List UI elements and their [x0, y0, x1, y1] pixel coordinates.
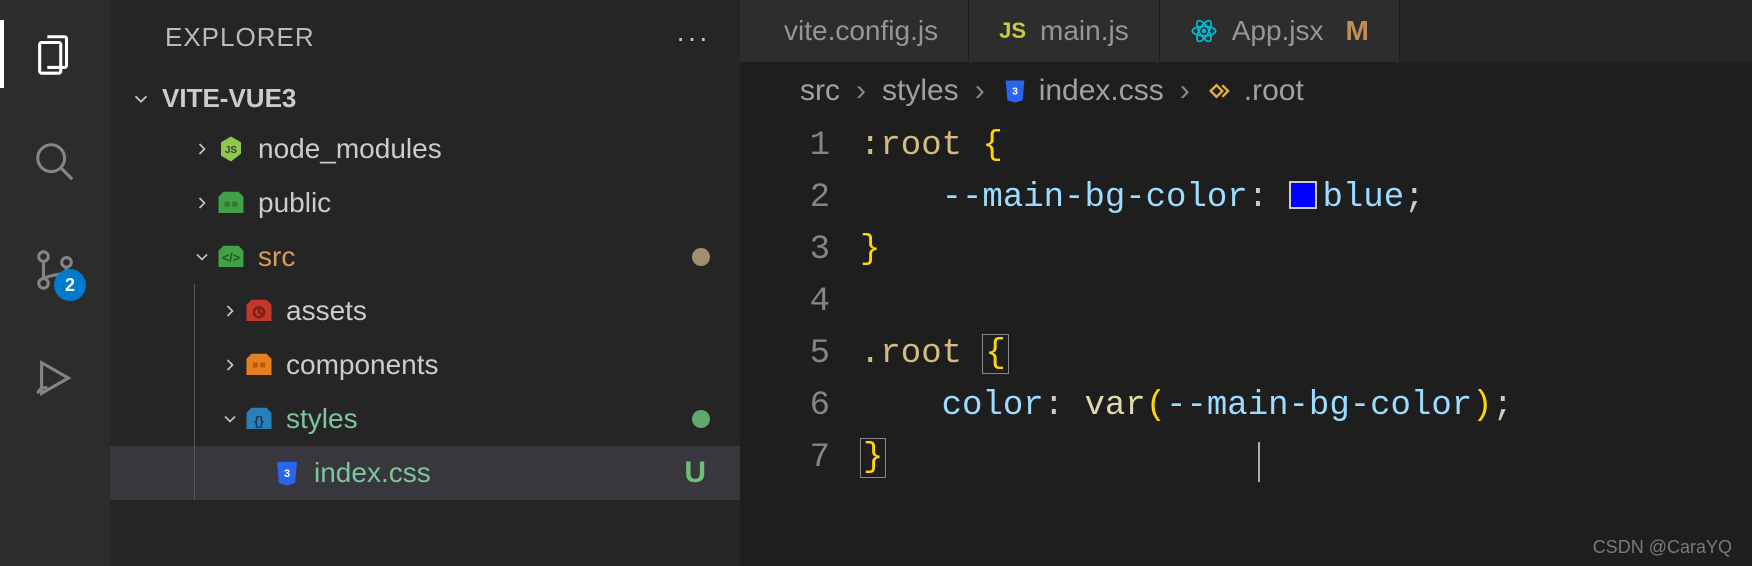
source-control-badge: 2: [54, 269, 86, 301]
chevron-right-icon: [190, 193, 214, 213]
tree-item-label: assets: [286, 295, 367, 327]
rule-icon: [1206, 77, 1234, 105]
chevron-right-icon: [218, 355, 242, 375]
breadcrumb-segment[interactable]: 3index.css: [1001, 74, 1164, 108]
code-line[interactable]: color: var(--main-bg-color);: [860, 380, 1752, 432]
tab-main-js[interactable]: JS main.js: [969, 0, 1160, 62]
line-number-gutter: 1234567: [740, 120, 860, 566]
code-line[interactable]: }: [860, 432, 1752, 484]
project-root-row[interactable]: VITE-VUE3: [110, 75, 740, 122]
nodejs-icon: JS: [214, 132, 248, 166]
text-caret: [1258, 442, 1260, 482]
folder-assets[interactable]: assets: [110, 284, 740, 338]
breadcrumb-segment[interactable]: src: [800, 74, 840, 108]
project-name: VITE-VUE3: [162, 83, 296, 114]
rule-icon: [1206, 77, 1234, 105]
explorer-more-icon[interactable]: ···: [676, 22, 710, 54]
tab-label: vite.config.js: [784, 15, 938, 47]
line-number: 5: [740, 328, 830, 380]
tab-label: App.jsx: [1232, 15, 1324, 47]
tree-item-label: components: [286, 349, 439, 381]
tree-item-label: index.css: [314, 457, 431, 489]
tab-App-jsx[interactable]: App.jsx M: [1160, 0, 1400, 62]
explorer-sidebar: EXPLORER ··· VITE-VUE3 JS node_modulespub…: [110, 0, 740, 566]
chevron-right-icon: ›: [1180, 74, 1190, 108]
line-number: 1: [740, 120, 830, 172]
chevron-right-icon: [190, 139, 214, 159]
folder-styles[interactable]: {} styles: [110, 392, 740, 446]
code-content[interactable]: :root { --main-bg-color: blue;} .root { c…: [860, 120, 1752, 566]
modified-dot-icon: [692, 410, 710, 428]
file-index-css[interactable]: 3 index.css U: [110, 446, 740, 500]
tree-item-label: src: [258, 241, 295, 273]
code-area[interactable]: 1234567 :root { --main-bg-color: blue;}.…: [740, 120, 1752, 566]
activity-source-control-icon[interactable]: 2: [26, 241, 84, 299]
assets-icon: [242, 294, 276, 328]
activity-run-debug-icon[interactable]: [26, 349, 84, 407]
tab-label: main.js: [1040, 15, 1129, 47]
explorer-title: EXPLORER: [165, 22, 315, 53]
folder-src[interactable]: </> src: [110, 230, 740, 284]
breadcrumb-segment[interactable]: styles: [882, 74, 959, 108]
tab-vite-config-js[interactable]: vite.config.js: [740, 0, 969, 62]
code-line[interactable]: --main-bg-color: blue;: [860, 172, 1752, 224]
svg-text:{}: {}: [254, 414, 264, 428]
src-icon: </>: [214, 240, 248, 274]
react-icon: [1190, 17, 1218, 45]
svg-text:</>: </>: [222, 251, 240, 265]
public-icon: [214, 186, 248, 220]
tree-item-label: public: [258, 187, 331, 219]
svg-text:JS: JS: [225, 145, 238, 156]
folder-components[interactable]: components: [110, 338, 740, 392]
code-line[interactable]: [860, 276, 1752, 328]
css-icon: 3: [270, 456, 304, 490]
watermark-text: CSDN @CaraYQ: [1593, 537, 1732, 558]
chevron-down-icon: [218, 409, 242, 429]
chevron-down-icon: [190, 247, 214, 267]
chevron-down-icon: [130, 88, 152, 110]
code-line[interactable]: .root {: [860, 328, 1752, 380]
activity-explorer-icon[interactable]: [26, 25, 84, 83]
line-number: 3: [740, 224, 830, 276]
breadcrumb-segment[interactable]: .root: [1206, 74, 1304, 108]
color-swatch-icon: [1289, 181, 1317, 209]
file-tree: JS node_modulespublic </> src assets componen…: [110, 122, 740, 500]
activity-search-icon[interactable]: [26, 133, 84, 191]
styles-icon: {}: [242, 402, 276, 436]
components-icon: [242, 348, 276, 382]
code-line[interactable]: }: [860, 224, 1752, 276]
modified-dot-icon: [692, 248, 710, 266]
line-number: 4: [740, 276, 830, 328]
code-line[interactable]: :root {: [860, 120, 1752, 172]
git-status-letter: U: [684, 456, 706, 490]
folder-public[interactable]: public: [110, 176, 740, 230]
folder-node_modules[interactable]: JS node_modules: [110, 122, 740, 176]
svg-text:3: 3: [1012, 86, 1018, 98]
breadcrumbs: src › styles › 3index.css › .root: [740, 62, 1752, 120]
explorer-header: EXPLORER ···: [110, 0, 740, 75]
line-number: 6: [740, 380, 830, 432]
line-number: 7: [740, 432, 830, 484]
editor-area: vite.config.js JS main.js App.jsx M src › styl…: [740, 0, 1752, 566]
modified-indicator: M: [1346, 15, 1369, 47]
editor-tabs: vite.config.js JS main.js App.jsx M: [740, 0, 1752, 62]
chevron-right-icon: ›: [856, 74, 866, 108]
chevron-right-icon: [218, 301, 242, 321]
css-icon: 3: [1001, 77, 1029, 105]
activity-bar: 2: [0, 0, 110, 566]
chevron-right-icon: ›: [975, 74, 985, 108]
tree-item-label: styles: [286, 403, 358, 435]
js-icon: JS: [999, 18, 1026, 44]
svg-text:3: 3: [284, 468, 290, 480]
line-number: 2: [740, 172, 830, 224]
tree-item-label: node_modules: [258, 133, 442, 165]
